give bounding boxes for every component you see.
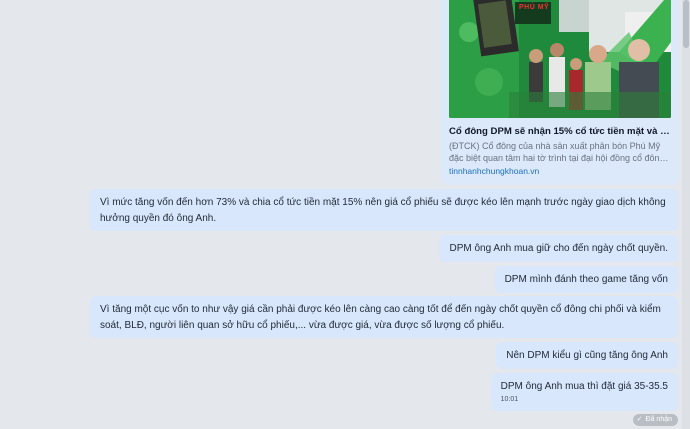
message-bubble[interactable]: Nên DPM kiểu gì cũng tăng ông Anh [496,342,678,369]
message-text: DPM ông Anh mua thì đặt giá 35-35.5 [500,381,668,392]
message-timestamp: 10:01 [500,396,519,403]
link-preview-image[interactable]: PHÚ MỸ [449,0,671,118]
message-bubble[interactable]: DPM ông Anh mua thì đặt giá 35-35.5 10:0… [490,373,678,411]
link-preview-domain[interactable]: tinnhanhchungkhoan.vn [449,166,539,176]
scrollbar[interactable] [682,0,690,429]
message-text: DPM ông Anh mua giữ cho đến ngày chốt qu… [449,243,668,254]
delivery-status-badge: ✓ Đã nhận [632,414,678,426]
message-text: DPM mình đánh theo game tăng vốn [504,274,668,285]
message-text: Vì mức tăng vốn đến hơn 73% và chia cổ t… [100,197,666,224]
message-bubble[interactable]: DPM ông Anh mua giữ cho đến ngày chốt qu… [439,235,678,262]
link-preview-title[interactable]: Cổ đông DPM sẽ nhận 15% cổ tức tiền mặt … [449,126,671,137]
delivery-status-label: Đã nhận [645,416,672,423]
phu-my-sign: PHÚ MỸ [519,4,550,11]
link-preview-description: (ĐTCK) Cổ đông của nhà sản xuất phân bón… [449,141,665,163]
message-text: Vì tăng một cục vốn to như vậy giá cần p… [100,304,661,331]
message-bubble[interactable]: Vì tăng một cục vốn to như vậy giá cần p… [90,296,678,338]
link-preview-card[interactable]: PHÚ MỸ Cổ đông DPM sẽ nhận 15% cổ tức ti… [441,0,679,185]
preview-photo [449,0,671,118]
message-bubble[interactable]: Vì mức tăng vốn đến hơn 73% và chia cổ t… [90,189,678,231]
message-bubble[interactable]: DPM mình đánh theo game tăng vốn [494,266,678,293]
scrollbar-thumb[interactable] [683,0,689,48]
message-text: Nên DPM kiểu gì cũng tăng ông Anh [506,350,668,361]
check-icon: ✓ [636,416,643,423]
